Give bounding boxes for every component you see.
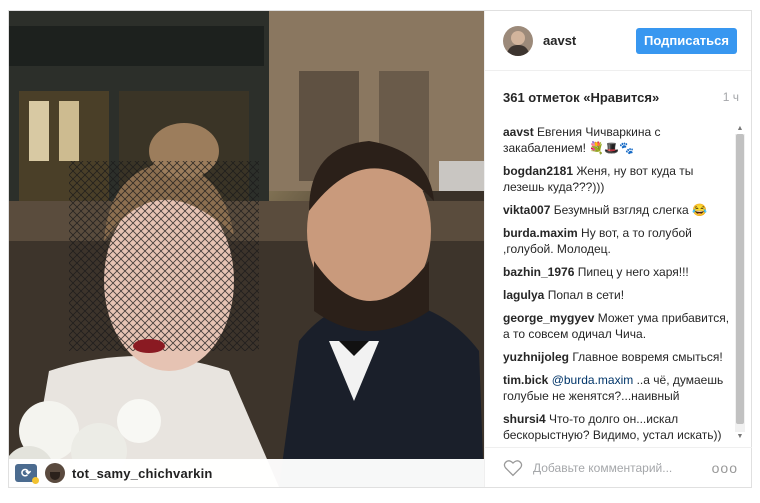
comment-item: burda.maxim Ну вот, а то голубой ,голубо…	[503, 225, 733, 257]
follow-button[interactable]: Подписаться	[635, 27, 737, 54]
avatar[interactable]	[503, 25, 533, 56]
comment-username[interactable]: bazhin_1976	[503, 265, 574, 279]
comment-username[interactable]: aavst	[503, 125, 534, 139]
comment-text: Попал в сети!	[547, 288, 625, 302]
author-username[interactable]: aavst	[543, 33, 636, 48]
repost-icon: ⟳	[15, 464, 39, 484]
likes-count[interactable]: 361 отметок «Нравится»	[503, 90, 659, 105]
comment-text: Пипец у него харя!!!	[577, 265, 689, 279]
comment-text: Безумный взгляд слегка 😂	[553, 203, 707, 217]
comment-item: shursi4 Что-то долго он...искал бескорыс…	[503, 411, 733, 443]
comment-username[interactable]: lagulya	[503, 288, 544, 302]
comment-username[interactable]: bogdan2181	[503, 164, 573, 178]
heart-icon[interactable]	[503, 459, 523, 477]
post-photo[interactable]: ⟳ tot_samy_chichvarkin	[9, 11, 484, 487]
comment-item: george_mygyev Может ума прибавится, а то…	[503, 310, 733, 342]
scroll-thumb[interactable]	[736, 134, 744, 424]
post-header: aavst Подписаться	[485, 11, 751, 71]
comment-item: vikta007 Безумный взгляд слегка 😂	[503, 202, 733, 218]
comment-username[interactable]: shursi4	[503, 412, 546, 426]
post-sidebar: aavst Подписаться 361 отметок «Нравится»…	[484, 11, 752, 487]
meta-row: 361 отметок «Нравится» 1 ч	[485, 71, 751, 123]
repost-username[interactable]: tot_samy_chichvarkin	[72, 466, 213, 481]
comment-item: tim.bick @burda.maxim ..а чё, думаешь го…	[503, 372, 733, 404]
comment-item: bazhin_1976 Пипец у него харя!!!	[503, 264, 733, 280]
comments-scrollbar[interactable]: ▲ ▼	[735, 124, 745, 442]
comment-username[interactable]: tim.bick	[503, 373, 548, 387]
comment-item: aavst Евгения Чичваркина с закабалением!…	[503, 124, 733, 156]
more-options-icon[interactable]: ooo	[712, 460, 738, 476]
comment-text: Главное вовремя смыться!	[572, 350, 723, 364]
comments-list: aavst Евгения Чичваркина с закабалением!…	[503, 124, 733, 444]
comment-username[interactable]: george_mygyev	[503, 311, 594, 325]
scroll-down-icon[interactable]: ▼	[735, 432, 745, 442]
comment-username[interactable]: yuzhnijoleg	[503, 350, 569, 364]
comment-username[interactable]: burda.maxim	[503, 226, 578, 240]
comment-mention[interactable]: @burda.maxim	[552, 373, 634, 387]
photo-illustration	[9, 11, 484, 487]
comment-item: lagulya Попал в сети!	[503, 287, 733, 303]
add-comment-bar: ooo	[485, 447, 752, 487]
repost-bar[interactable]: ⟳ tot_samy_chichvarkin	[9, 459, 484, 487]
comment-username[interactable]: vikta007	[503, 203, 550, 217]
repost-avatar	[45, 463, 65, 483]
comment-item: yuzhnijoleg Главное вовремя смыться!	[503, 349, 733, 365]
scroll-up-icon[interactable]: ▲	[735, 124, 745, 134]
comment-input[interactable]	[533, 460, 712, 475]
instagram-post: ⟳ tot_samy_chichvarkin aavst Подписаться…	[8, 10, 752, 488]
post-time[interactable]: 1 ч	[723, 90, 739, 104]
scroll-track[interactable]	[735, 134, 745, 432]
comment-item: bogdan2181 Женя, ну вот куда ты лезешь к…	[503, 163, 733, 195]
